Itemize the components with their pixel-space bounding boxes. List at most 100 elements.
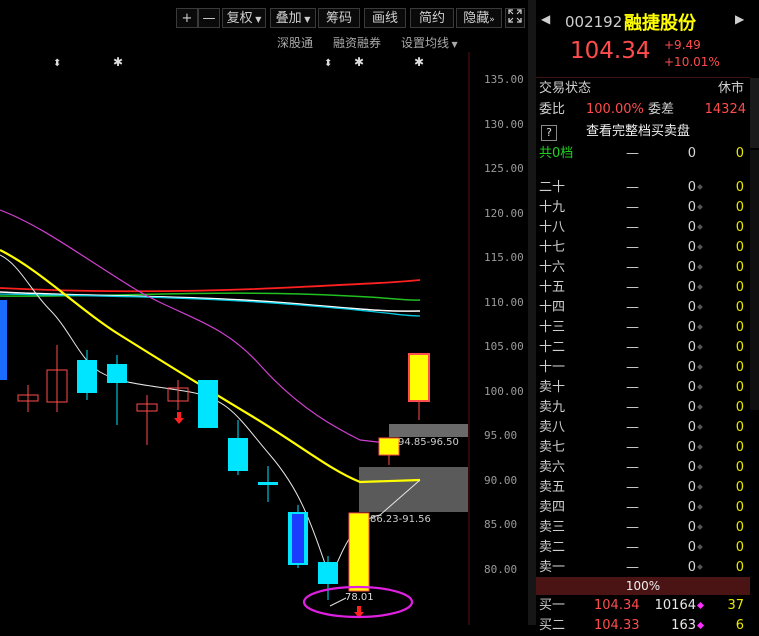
sell-level-row[interactable]: 卖六 — 0 0	[536, 458, 750, 478]
diamond-icon	[697, 564, 703, 570]
diamond-icon	[697, 444, 703, 450]
sell-level-row[interactable]: 十五 — 0 0	[536, 278, 750, 298]
level-label: 卖四	[539, 500, 566, 515]
level-price: —	[626, 240, 639, 255]
help-icon[interactable]: ?	[541, 125, 557, 141]
level-count: 0	[735, 540, 744, 555]
buy-row[interactable]: 买一 104.34 10164 37	[536, 596, 750, 616]
level-qty: 0	[687, 380, 696, 395]
level-label: 二十	[539, 180, 566, 195]
diamond-icon	[697, 424, 703, 430]
sell-level-row[interactable]: 十一 — 0 0	[536, 358, 750, 378]
prev-stock-icon[interactable]: ◀	[541, 12, 550, 26]
sell-level-row[interactable]: 十四 — 0 0	[536, 298, 750, 318]
level-label: 十四	[539, 300, 566, 315]
diamond-icon	[697, 484, 703, 490]
order-book-panel: ◀ 002192 融捷股份 ▶ 104.34 +9.49 +10.01% 交易状…	[536, 0, 759, 633]
sell-level-row[interactable]: 十二 — 0 0	[536, 338, 750, 358]
level-qty: 0	[687, 180, 696, 195]
sell-level-row[interactable]: 二十 — 0 0	[536, 178, 750, 198]
diamond-icon	[697, 244, 703, 250]
level-qty: 0	[687, 480, 696, 495]
sell-level-row[interactable]: 十七 — 0 0	[536, 238, 750, 258]
buy-qty: 10164	[654, 598, 696, 613]
price-change-pct: +10.01%	[664, 55, 720, 69]
candle-cyan	[318, 562, 338, 584]
diamond-icon	[697, 344, 703, 350]
ma-red-line	[0, 279, 421, 293]
sell-level-row[interactable]: 卖五 — 0 0	[536, 478, 750, 498]
level-qty: 0	[687, 340, 696, 355]
side-tab-edge[interactable]	[750, 78, 759, 148]
full-book-link[interactable]: 查看完整档买卖盘	[586, 122, 690, 142]
level-price: —	[626, 220, 639, 235]
weibi-value: 100.00%	[586, 102, 644, 117]
weicha-label: 委差	[648, 102, 675, 117]
sell-level-row[interactable]: 十九 — 0 0	[536, 198, 750, 218]
sell-level-row[interactable]: 卖九 — 0 0	[536, 398, 750, 418]
buy-row[interactable]: 买二 104.33 163 6	[536, 616, 750, 636]
diamond-icon	[696, 601, 705, 610]
sell-level-row[interactable]: 十六 — 0 0	[536, 258, 750, 278]
candle-cyan	[198, 380, 218, 428]
level-count: 0	[735, 520, 744, 535]
sell-level-row[interactable]: 十三 — 0 0	[536, 318, 750, 338]
level-price: —	[626, 520, 639, 535]
level-label: 十二	[539, 340, 566, 355]
sell-level-row[interactable]: 卖八 — 0 0	[536, 418, 750, 438]
level-price: —	[626, 280, 639, 295]
full-book-row[interactable]: ? 查看完整档买卖盘	[536, 122, 750, 142]
level-label: 十七	[539, 240, 566, 255]
level-qty: 0	[687, 560, 696, 575]
sell-level-row[interactable]: 十八 — 0 0	[536, 218, 750, 238]
level-label: 十三	[539, 320, 566, 335]
level-label: 卖六	[539, 460, 566, 475]
kline-chart-area[interactable]: + — 复权 ▼ 叠加 ▼ 筹码 画线 简约 隐藏» 深股通 融资融券 设置均线…	[0, 0, 528, 625]
sell-level-row[interactable]: 卖十 — 0 0	[536, 378, 750, 398]
event-marker-icon: ⬍	[53, 58, 61, 69]
next-stock-icon[interactable]: ▶	[735, 12, 744, 26]
low-pointer-line	[329, 597, 347, 607]
level-count: 0	[735, 220, 744, 235]
sell-level-row[interactable]: 卖二 — 0 0	[536, 538, 750, 558]
level-label: 十九	[539, 200, 566, 215]
level-qty: 0	[687, 440, 696, 455]
candle-cyan	[228, 438, 248, 471]
buy-count: 37	[727, 598, 744, 613]
diamond-icon	[697, 304, 703, 310]
level-label: 卖七	[539, 440, 566, 455]
weibi-label: 委比	[539, 102, 566, 117]
candle-cyan	[77, 360, 97, 393]
candle-limit-up	[408, 353, 430, 402]
level-label: 卖九	[539, 400, 566, 415]
panel-divider[interactable]	[528, 0, 536, 625]
ma-cyan-line	[0, 293, 421, 317]
level-count: 0	[735, 360, 744, 375]
level-qty: 0	[687, 320, 696, 335]
trade-status-value: 休市	[717, 81, 744, 96]
level-label: 卖一	[539, 560, 566, 575]
level-count: 0	[735, 440, 744, 455]
sell-level-row[interactable]: 卖七 — 0 0	[536, 438, 750, 458]
sell-level-row[interactable]: 卖一 — 0 0	[536, 558, 750, 578]
level-price: —	[626, 360, 639, 375]
level-label: 卖三	[539, 520, 566, 535]
level-qty: 0	[687, 260, 696, 275]
diamond-icon	[697, 324, 703, 330]
buy-qty: 163	[671, 618, 696, 633]
total-dash: —	[626, 146, 639, 161]
candles	[0, 300, 430, 600]
side-tab-edge[interactable]	[750, 150, 759, 410]
level-price: —	[626, 300, 639, 315]
sell-level-row[interactable]: 卖三 — 0 0	[536, 518, 750, 538]
sell-level-row[interactable]: 卖四 — 0 0	[536, 498, 750, 518]
zone-lower-label: 86.23-91.56	[370, 514, 431, 525]
diamond-icon	[697, 464, 703, 470]
level-qty: 0	[687, 420, 696, 435]
diamond-icon	[697, 404, 703, 410]
level-qty: 0	[687, 220, 696, 235]
level-price: —	[626, 400, 639, 415]
level-label: 十六	[539, 260, 566, 275]
level-label: 卖八	[539, 420, 566, 435]
level-qty: 0	[687, 520, 696, 535]
